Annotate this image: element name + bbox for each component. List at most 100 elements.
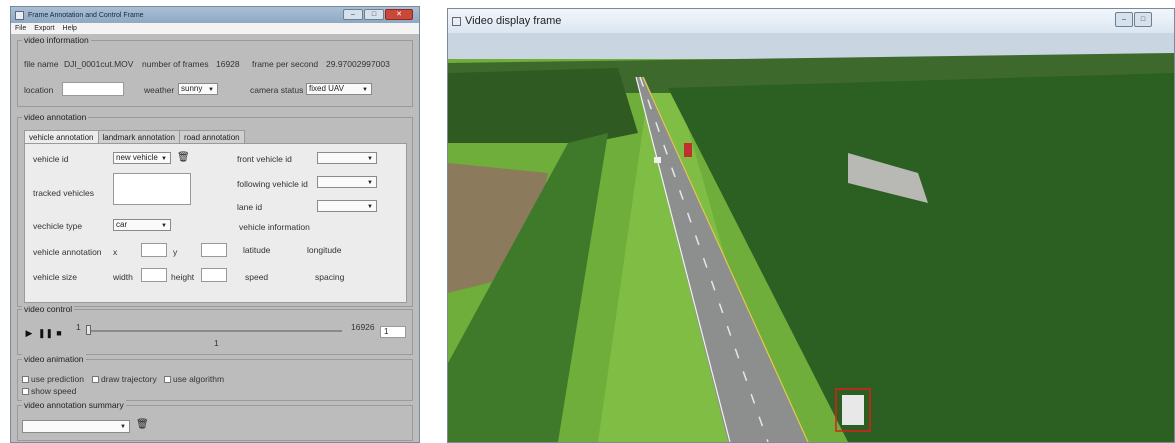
camera-status-label: camera status <box>250 85 304 95</box>
minimize-button[interactable]: – <box>1115 12 1133 27</box>
trash-icon[interactable]: 🗑 <box>177 152 190 163</box>
frame-number-input[interactable]: 1 <box>380 326 406 338</box>
following-vehicle-id-select[interactable]: ▼ <box>317 176 377 188</box>
maximize-button[interactable]: □ <box>364 9 384 20</box>
video-animation-label: video animation <box>22 354 86 364</box>
frames-label: number of frames <box>142 59 209 69</box>
chevron-down-icon: ▼ <box>161 223 167 229</box>
checkbox-box <box>164 376 171 384</box>
file-name-label: file name <box>24 59 59 69</box>
menu-export[interactable]: Export <box>34 25 54 32</box>
camera-status-select[interactable]: fixed UAV ▼ <box>306 83 372 95</box>
play-icon[interactable]: ▶ <box>24 328 34 338</box>
checkbox-box <box>22 376 29 384</box>
white-vehicle <box>654 157 661 163</box>
chevron-down-icon: ▼ <box>367 204 373 210</box>
video-information-group: video information file name DJI_0001cut.… <box>17 35 413 107</box>
spacing-label: spacing <box>315 272 345 282</box>
weather-label: weather <box>144 85 175 95</box>
height-input[interactable] <box>201 268 227 282</box>
checkbox-box <box>92 376 99 384</box>
x-input[interactable] <box>141 243 167 257</box>
slider-max-label: 16926 <box>351 322 375 332</box>
vehicle-annotation-label: vehicle annotation <box>33 247 102 257</box>
menu-bar: File Export Help <box>11 23 419 34</box>
menu-help[interactable]: Help <box>63 25 77 32</box>
chevron-down-icon: ▼ <box>362 87 368 93</box>
chevron-down-icon: ▼ <box>367 180 373 186</box>
width-label: width <box>113 272 133 282</box>
slider-min-label: 1 <box>76 322 81 332</box>
frames-value: 16928 <box>216 59 240 69</box>
video-control-group: video control ▶ ❚❚ ■ 1 16926 1 1 <box>17 304 413 355</box>
frame-slider-track[interactable] <box>86 330 342 332</box>
annotation-summary-select[interactable]: ▼ <box>22 420 130 433</box>
y-input[interactable] <box>201 243 227 257</box>
latitude-label: latitude <box>243 245 271 255</box>
front-vehicle-id-select[interactable]: ▼ <box>317 152 377 164</box>
video-window-title: Video display frame <box>465 15 562 27</box>
left-forest <box>448 68 638 143</box>
chevron-down-icon: ▼ <box>367 156 373 162</box>
checkbox-box <box>22 388 29 396</box>
vehicle-type-value: car <box>116 220 128 229</box>
use-algorithm-text: use algorithm <box>173 374 225 384</box>
x-label: x <box>113 247 118 257</box>
minimize-button[interactable]: – <box>343 9 363 20</box>
vehicle-id-select[interactable]: new vehicle ▼ <box>113 152 171 164</box>
use-prediction-text: use prediction <box>31 374 84 384</box>
target-car <box>842 395 864 425</box>
annotation-summary-label: video annotation summary <box>22 400 126 410</box>
location-label: location <box>24 85 54 95</box>
vehicle-type-select[interactable]: car ▼ <box>113 219 171 231</box>
weather-select[interactable]: sunny ▼ <box>178 83 218 95</box>
tracked-vehicles-label: tracked vehicles <box>33 188 94 198</box>
video-frame[interactable] <box>448 33 1174 442</box>
location-input[interactable] <box>62 82 124 96</box>
lane-id-select[interactable]: ▼ <box>317 200 377 212</box>
weather-select-value: sunny <box>181 84 203 93</box>
draw-trajectory-text: draw trajectory <box>101 374 157 384</box>
video-animation-group: video animation use prediction draw traj… <box>17 354 413 401</box>
tab-road-annotation[interactable]: road annotation <box>179 130 245 144</box>
tab-landmark-annotation[interactable]: landmark annotation <box>97 130 180 144</box>
fps-value: 29.97002997003 <box>326 59 390 69</box>
fps-label: frame per second <box>252 59 319 69</box>
stop-icon[interactable]: ■ <box>54 328 64 338</box>
maximize-button[interactable]: □ <box>1134 12 1152 27</box>
chevron-down-icon: ▼ <box>208 87 214 93</box>
show-speed-text: show speed <box>31 386 77 396</box>
video-annotation-group: video annotation vehicle annotation land… <box>17 112 413 307</box>
frame-slider-handle[interactable] <box>86 325 91 335</box>
current-frame-label: 1 <box>214 338 219 348</box>
file-name-value: DJI_0001cut.MOV <box>64 59 134 69</box>
annotation-summary-group: video annotation summary ▼ 🗑 <box>17 400 413 441</box>
vehicle-size-label: vehicle size <box>33 272 77 282</box>
vehicle-information-label: vehicle information <box>239 222 310 232</box>
use-prediction-checkbox[interactable]: use prediction <box>22 374 84 384</box>
tracked-vehicles-list[interactable] <box>113 173 191 205</box>
speed-label: speed <box>245 272 269 282</box>
front-vehicle-id-label: front vehicle id <box>237 154 292 164</box>
trash-icon[interactable]: 🗑 <box>136 419 149 430</box>
width-input[interactable] <box>141 268 167 282</box>
chevron-down-icon: ▼ <box>161 156 167 162</box>
draw-trajectory-checkbox[interactable]: draw trajectory <box>92 374 157 384</box>
menu-file[interactable]: File <box>15 25 26 32</box>
control-window-title: Frame Annotation and Control Frame <box>28 11 144 19</box>
longitude-label: longitude <box>307 245 342 255</box>
chevron-down-icon: ▼ <box>120 424 126 430</box>
camera-status-value: fixed UAV <box>309 84 344 93</box>
vehicle-id-label: vehicle id <box>33 154 69 164</box>
video-annotation-label: video annotation <box>22 112 89 122</box>
use-algorithm-checkbox[interactable]: use algorithm <box>164 374 224 384</box>
video-control-label: video control <box>22 304 75 314</box>
pause-icon[interactable]: ❚❚ <box>38 328 53 338</box>
video-display-window: Video display frame – □ <box>447 8 1175 443</box>
close-button[interactable]: ✕ <box>385 9 413 20</box>
frame-number-value: 1 <box>384 327 389 336</box>
lane-id-label: lane id <box>237 202 263 212</box>
height-label: height <box>171 272 195 282</box>
vehicle-id-value: new vehicle <box>116 153 158 162</box>
show-speed-checkbox[interactable]: show speed <box>22 386 76 396</box>
